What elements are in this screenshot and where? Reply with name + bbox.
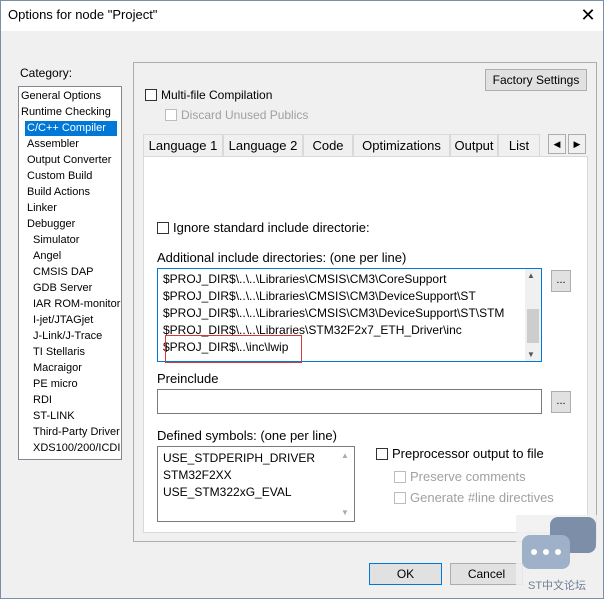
tab-code[interactable]: Code <box>303 134 353 156</box>
defined-symbols-label: Defined symbols: (one per line) <box>157 428 337 443</box>
multi-file-label: Multi-file Compilation <box>161 88 273 102</box>
category-list[interactable]: General Options Runtime Checking C/C++ Com… <box>18 86 122 460</box>
generate-line-checkbox[interactable] <box>394 492 406 504</box>
close-icon[interactable]: ✕ <box>573 2 603 28</box>
category-item[interactable]: Macraigor <box>33 361 82 376</box>
watermark: ST中文论坛 <box>516 515 600 595</box>
category-item[interactable]: Runtime Checking <box>21 105 111 120</box>
chat-bubble-icon <box>522 517 596 569</box>
watermark-text: ST中文论坛 <box>528 580 587 592</box>
category-label: Category: <box>20 66 73 80</box>
category-item[interactable]: PE micro <box>33 377 78 392</box>
tab-scroll-right-icon[interactable]: ▶ <box>568 134 586 154</box>
category-item[interactable]: ST-LINK <box>33 409 75 424</box>
include-line: $PROJ_DIR$\..\..\Libraries\CMSIS\CM3\Dev… <box>163 289 476 303</box>
ignore-std-checkbox[interactable] <box>157 222 169 234</box>
category-item[interactable]: Build Actions <box>27 185 90 200</box>
category-item[interactable]: RDI <box>33 393 52 408</box>
preinclude-input[interactable] <box>157 389 542 414</box>
tab-language-1[interactable]: Language 1 <box>143 134 223 156</box>
cancel-button[interactable]: Cancel <box>450 563 523 585</box>
category-item[interactable]: Linker <box>27 201 57 216</box>
preserve-comments-checkbox[interactable] <box>394 471 406 483</box>
category-item[interactable]: Simulator <box>33 233 79 248</box>
preserve-comments-label: Preserve comments <box>410 469 526 484</box>
tab-list[interactable]: List <box>498 134 540 156</box>
tab-optimizations[interactable]: Optimizations <box>353 134 450 156</box>
category-item[interactable]: Angel <box>33 249 61 264</box>
factory-settings-button[interactable]: Factory Settings <box>485 69 587 91</box>
title-bar: Options for node "Project" ✕ <box>1 1 603 31</box>
category-item[interactable]: I-jet/JTAGjet <box>33 313 93 328</box>
multi-file-checkbox[interactable] <box>145 89 157 101</box>
generate-line-label: Generate #line directives <box>410 490 554 505</box>
category-item[interactable]: Assembler <box>27 137 79 152</box>
category-item[interactable]: J-Link/J-Trace <box>33 329 102 344</box>
symbol-line: STM32F2XX <box>163 468 232 482</box>
discard-unused-checkbox[interactable] <box>165 109 177 121</box>
scroll-up-icon[interactable]: ▲ <box>341 451 349 460</box>
tab-output[interactable]: Output <box>450 134 498 156</box>
category-item[interactable]: Custom Build <box>27 169 92 184</box>
include-line: $PROJ_DIR$\..\..\Libraries\CMSIS\CM3\Cor… <box>163 272 447 286</box>
category-item[interactable]: Output Converter <box>27 153 111 168</box>
category-item[interactable]: C/C++ Compiler <box>25 121 117 136</box>
category-item[interactable]: GDB Server <box>33 281 92 296</box>
symbol-line: USE_STDPERIPH_DRIVER <box>163 451 316 465</box>
include-scrollbar[interactable]: ▲ ▼ <box>525 269 541 361</box>
symbols-scrollbar[interactable]: ▲ ▼ <box>338 447 354 521</box>
highlight-annotation <box>165 335 302 363</box>
scroll-down-icon[interactable]: ▼ <box>527 350 535 359</box>
additional-include-label: Additional include directories: (one per… <box>157 250 407 265</box>
tab-language-2[interactable]: Language 2 <box>223 134 303 156</box>
category-item[interactable]: TI Stellaris <box>33 345 85 360</box>
ignore-std-label: Ignore standard include directorie: <box>173 220 370 235</box>
discard-unused-label: Discard Unused Publics <box>181 108 309 122</box>
category-item[interactable]: General Options <box>21 89 101 104</box>
tab-scroll-left-icon[interactable]: ◀ <box>548 134 566 154</box>
ok-button[interactable]: OK <box>369 563 442 585</box>
category-item[interactable]: IAR ROM-monitor <box>33 297 120 312</box>
include-line: $PROJ_DIR$\..\..\Libraries\CMSIS\CM3\Dev… <box>163 306 505 320</box>
category-item[interactable]: XDS100/200/ICDI <box>33 441 120 456</box>
scroll-down-icon[interactable]: ▼ <box>341 508 349 517</box>
category-item[interactable]: Third-Party Driver <box>33 425 120 440</box>
symbol-line: USE_STM322xG_EVAL <box>163 485 292 499</box>
browse-include-button[interactable]: ... <box>551 270 571 292</box>
browse-preinclude-button[interactable]: ... <box>551 391 571 413</box>
pp-output-checkbox[interactable] <box>376 448 388 460</box>
window-title: Options for node "Project" <box>8 7 158 22</box>
category-item[interactable]: Debugger <box>27 217 75 232</box>
scroll-up-icon[interactable]: ▲ <box>527 271 535 280</box>
category-item[interactable]: CMSIS DAP <box>33 265 94 280</box>
preinclude-label: Preinclude <box>157 371 219 386</box>
defined-symbols-textarea[interactable]: USE_STDPERIPH_DRIVER STM32F2XX USE_STM32… <box>157 446 355 522</box>
pp-output-label: Preprocessor output to file <box>392 446 544 461</box>
scroll-thumb[interactable] <box>527 309 539 343</box>
